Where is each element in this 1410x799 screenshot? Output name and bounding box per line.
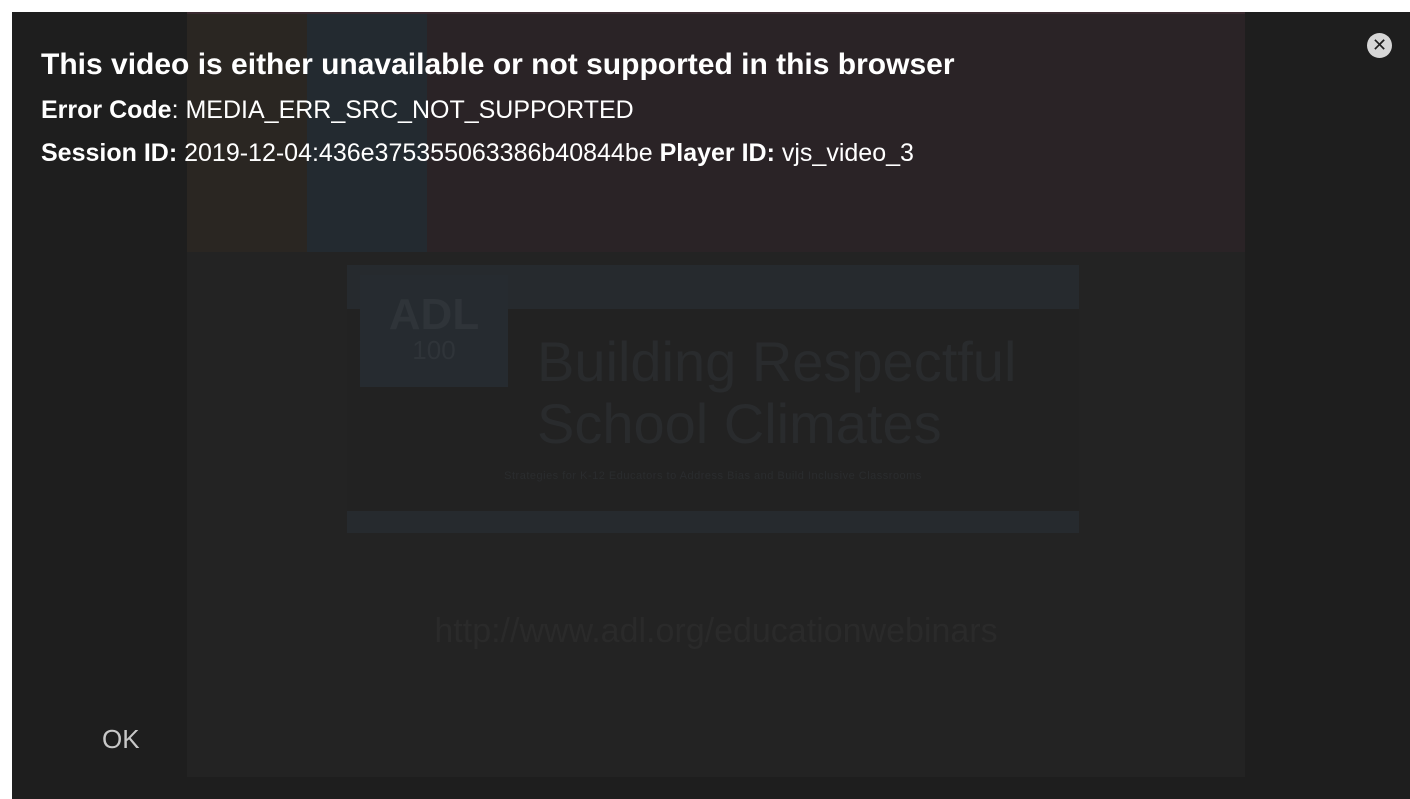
ok-button[interactable]: OK	[102, 724, 140, 755]
error-title: This video is either unavailable or not …	[41, 48, 955, 81]
poster-card-footer	[347, 511, 1079, 533]
poster-title-card: ADL 100 Building Respectful School Clima…	[347, 265, 1079, 533]
player-id-value: vjs_video_3	[774, 139, 914, 167]
adl-logo: ADL 100	[360, 275, 508, 387]
poster-url: http://www.adl.org/educationwebinars	[434, 612, 998, 650]
poster-top-line	[187, 12, 1245, 14]
error-code-line: Error Code: MEDIA_ERR_SRC_NOT_SUPPORTED	[41, 96, 634, 125]
logo-sub-text: 100	[412, 335, 456, 365]
player-id-label: Player ID:	[659, 139, 775, 167]
logo-main-text: ADL	[388, 290, 480, 339]
session-line: Session ID: 2019-12-04:436e375355063386b…	[41, 139, 914, 168]
error-code-label: Error Code	[41, 96, 172, 124]
session-id-label: Session ID:	[41, 139, 178, 167]
video-poster: ADL 100 Building Respectful School Clima…	[187, 12, 1245, 777]
video-player[interactable]: ADL 100 Building Respectful School Clima…	[12, 12, 1410, 799]
error-code-value: : MEDIA_ERR_SRC_NOT_SUPPORTED	[171, 96, 634, 124]
poster-title: Building Respectful School Climates	[537, 330, 1017, 455]
poster-tagline: Strategies for K-12 Educators to Address…	[504, 470, 922, 482]
session-id-value: 2019-12-04:436e375355063386b40844be	[177, 139, 660, 167]
close-icon[interactable]: ✕	[1367, 33, 1392, 58]
